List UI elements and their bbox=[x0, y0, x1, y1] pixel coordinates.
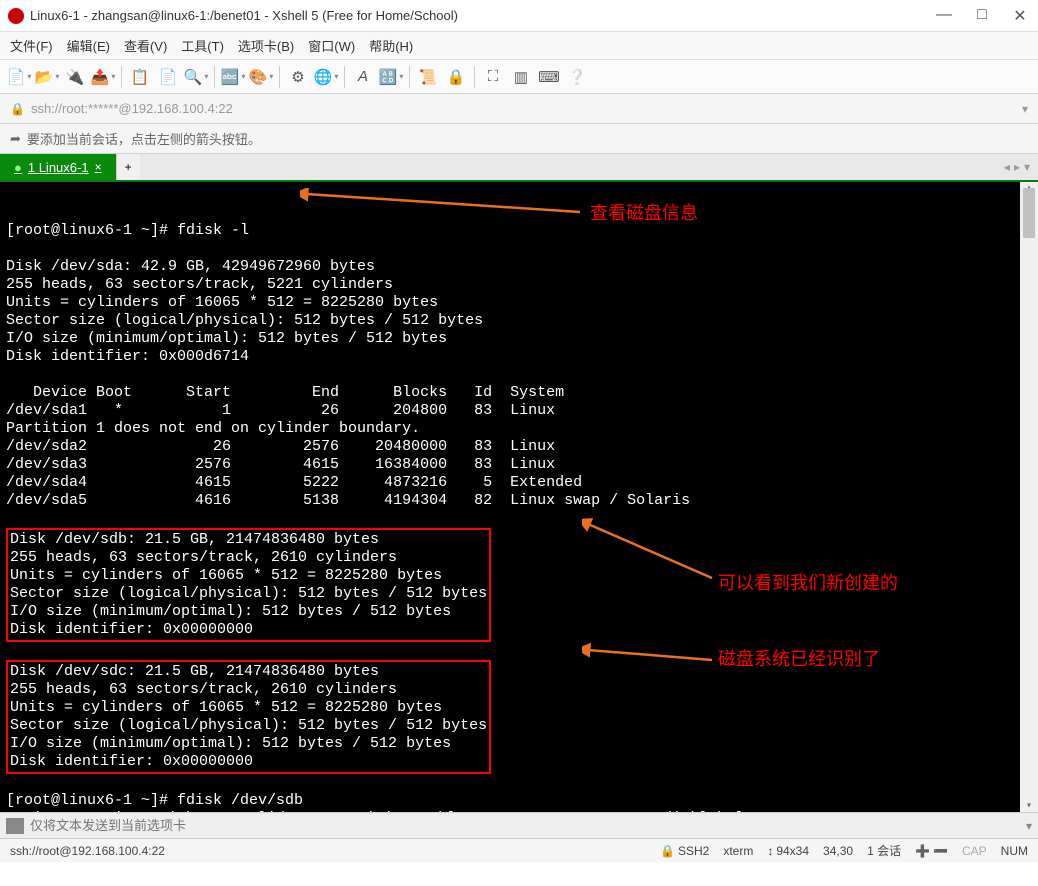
resize-icon: ↕ bbox=[767, 844, 773, 858]
tab-prev-icon[interactable]: ◂ bbox=[1004, 160, 1010, 174]
tab-bullet-icon: ● bbox=[14, 160, 22, 175]
annotation-3: 磁盘系统已经识别了 bbox=[718, 650, 880, 668]
color-button[interactable]: 🎨 bbox=[248, 64, 274, 90]
status-term: xterm bbox=[723, 844, 753, 858]
maximize-button[interactable]: □ bbox=[972, 6, 992, 26]
address-dropdown-icon[interactable]: ▾ bbox=[1022, 102, 1028, 116]
transfer-button[interactable]: 📤 bbox=[90, 64, 116, 90]
menu-file[interactable]: 文件(F) bbox=[10, 36, 53, 55]
find-button[interactable]: 🔍 bbox=[183, 64, 209, 90]
tab-linux6-1[interactable]: ● 1 Linux6-1 × bbox=[0, 154, 116, 180]
status-num: NUM bbox=[1001, 844, 1028, 858]
lock-icon: 🔒 bbox=[10, 102, 25, 116]
link-icon: ➕ bbox=[915, 844, 930, 858]
terminal-block-sdc-box: Disk /dev/sdc: 21.5 GB, 21474836480 byte… bbox=[6, 660, 491, 774]
terminal-scrollbar[interactable]: ▴ ▾ bbox=[1020, 182, 1038, 812]
menu-view[interactable]: 查看(V) bbox=[124, 36, 167, 55]
menu-edit[interactable]: 编辑(E) bbox=[67, 36, 110, 55]
send-dropdown-icon[interactable]: ▾ bbox=[1026, 819, 1032, 833]
terminal-table-rows: /dev/sda1 * 1 26 204800 83 Linux Partiti… bbox=[6, 402, 690, 509]
terminal-line-prompt2: [root@linux6-1 ~]# fdisk /dev/sdb bbox=[6, 792, 303, 809]
status-sessions: 1 会话 bbox=[867, 842, 901, 859]
keyboard-button[interactable]: ⌨ bbox=[536, 64, 562, 90]
address-text[interactable]: ssh://root:******@192.168.100.4:22 bbox=[31, 101, 1016, 116]
terminal-block-sdb-box: Disk /dev/sdb: 21.5 GB, 21474836480 byte… bbox=[6, 528, 491, 642]
info-bar: ➦ 要添加当前会话，点击左侧的箭头按钮。 bbox=[0, 124, 1038, 154]
terminal-block-sdb: Disk /dev/sdb: 21.5 GB, 21474836480 byte… bbox=[10, 531, 487, 638]
send-icon[interactable] bbox=[6, 818, 24, 834]
app-icon bbox=[8, 8, 24, 24]
toolbar: 📄 📂 🔌 📤 📋 📄 🔍 🔤 🎨 ⚙ 🌐 A 🔠 📜 🔒 ⛶ ▥ ⌨ ❔ bbox=[0, 60, 1038, 94]
lock-button[interactable]: 🔒 bbox=[443, 64, 469, 90]
panel-button[interactable]: ▥ bbox=[508, 64, 534, 90]
paste-button[interactable]: 📄 bbox=[155, 64, 181, 90]
terminal-block-sda: Disk /dev/sda: 42.9 GB, 42949672960 byte… bbox=[6, 258, 483, 365]
add-session-icon[interactable]: ➦ bbox=[10, 131, 21, 147]
send-bar: ▾ bbox=[0, 812, 1038, 838]
new-session-button[interactable]: 📄 bbox=[6, 64, 32, 90]
help-button[interactable]: ❔ bbox=[564, 64, 590, 90]
open-button[interactable]: 📂 bbox=[34, 64, 60, 90]
font-button[interactable]: 🔤 bbox=[220, 64, 246, 90]
menu-help[interactable]: 帮助(H) bbox=[369, 36, 413, 55]
window-title: Linux6-1 - zhangsan@linux6-1:/benet01 - … bbox=[30, 8, 934, 23]
annotation-1: 查看磁盘信息 bbox=[590, 204, 698, 222]
font-family-button[interactable]: 🔠 bbox=[378, 64, 404, 90]
tab-close-icon[interactable]: × bbox=[95, 160, 102, 174]
scroll-thumb[interactable] bbox=[1023, 188, 1035, 238]
terminal-line-last: Device contains neither a valid DOS part… bbox=[6, 810, 744, 812]
annotation-2: 可以看到我们新创建的 bbox=[718, 574, 898, 592]
menu-tabs[interactable]: 选项卡(B) bbox=[238, 36, 294, 55]
menu-window[interactable]: 窗口(W) bbox=[308, 36, 355, 55]
properties-button[interactable]: ⚙ bbox=[285, 64, 311, 90]
lock-icon: 🔒 bbox=[660, 844, 675, 858]
tab-next-icon[interactable]: ▸ bbox=[1014, 160, 1020, 174]
font-style-button[interactable]: A bbox=[350, 64, 376, 90]
status-cap: CAP bbox=[962, 844, 987, 858]
scroll-down-icon[interactable]: ▾ bbox=[1022, 798, 1036, 812]
status-size: 94x34 bbox=[776, 844, 809, 858]
menubar: 文件(F) 编辑(E) 查看(V) 工具(T) 选项卡(B) 窗口(W) 帮助(… bbox=[0, 32, 1038, 60]
close-button[interactable]: ✕ bbox=[1010, 6, 1030, 26]
globe-button[interactable]: 🌐 bbox=[313, 64, 339, 90]
tab-label: 1 Linux6-1 bbox=[28, 160, 89, 175]
script-button[interactable]: 📜 bbox=[415, 64, 441, 90]
tab-add-button[interactable]: + bbox=[116, 154, 140, 180]
info-text: 要添加当前会话，点击左侧的箭头按钮。 bbox=[27, 129, 261, 148]
terminal-table-header: Device Boot Start End Blocks Id System bbox=[6, 384, 564, 401]
status-address: ssh://root@192.168.100.4:22 bbox=[10, 844, 646, 858]
minimize-button[interactable]: — bbox=[934, 6, 954, 26]
terminal-line-prompt1: [root@linux6-1 ~]# fdisk -l bbox=[6, 222, 249, 239]
fullscreen-button[interactable]: ⛶ bbox=[480, 64, 506, 90]
window-titlebar: Linux6-1 - zhangsan@linux6-1:/benet01 - … bbox=[0, 0, 1038, 32]
reconnect-button[interactable]: 🔌 bbox=[62, 64, 88, 90]
tab-bar: ● 1 Linux6-1 × + ◂ ▸ ▾ bbox=[0, 154, 1038, 182]
status-bar: ssh://root@192.168.100.4:22 🔒SSH2 xterm … bbox=[0, 838, 1038, 862]
send-input[interactable] bbox=[30, 818, 1020, 833]
minus-icon: ➖ bbox=[933, 844, 948, 858]
copy-button[interactable]: 📋 bbox=[127, 64, 153, 90]
tab-list-icon[interactable]: ▾ bbox=[1024, 160, 1030, 174]
menu-tools[interactable]: 工具(T) bbox=[181, 36, 224, 55]
status-pos: 34,30 bbox=[823, 844, 853, 858]
terminal[interactable]: [root@linux6-1 ~]# fdisk -l Disk /dev/sd… bbox=[0, 182, 1038, 812]
terminal-block-sdc: Disk /dev/sdc: 21.5 GB, 21474836480 byte… bbox=[10, 663, 487, 770]
address-bar: 🔒 ssh://root:******@192.168.100.4:22 ▾ bbox=[0, 94, 1038, 124]
status-ssh: SSH2 bbox=[678, 844, 709, 858]
